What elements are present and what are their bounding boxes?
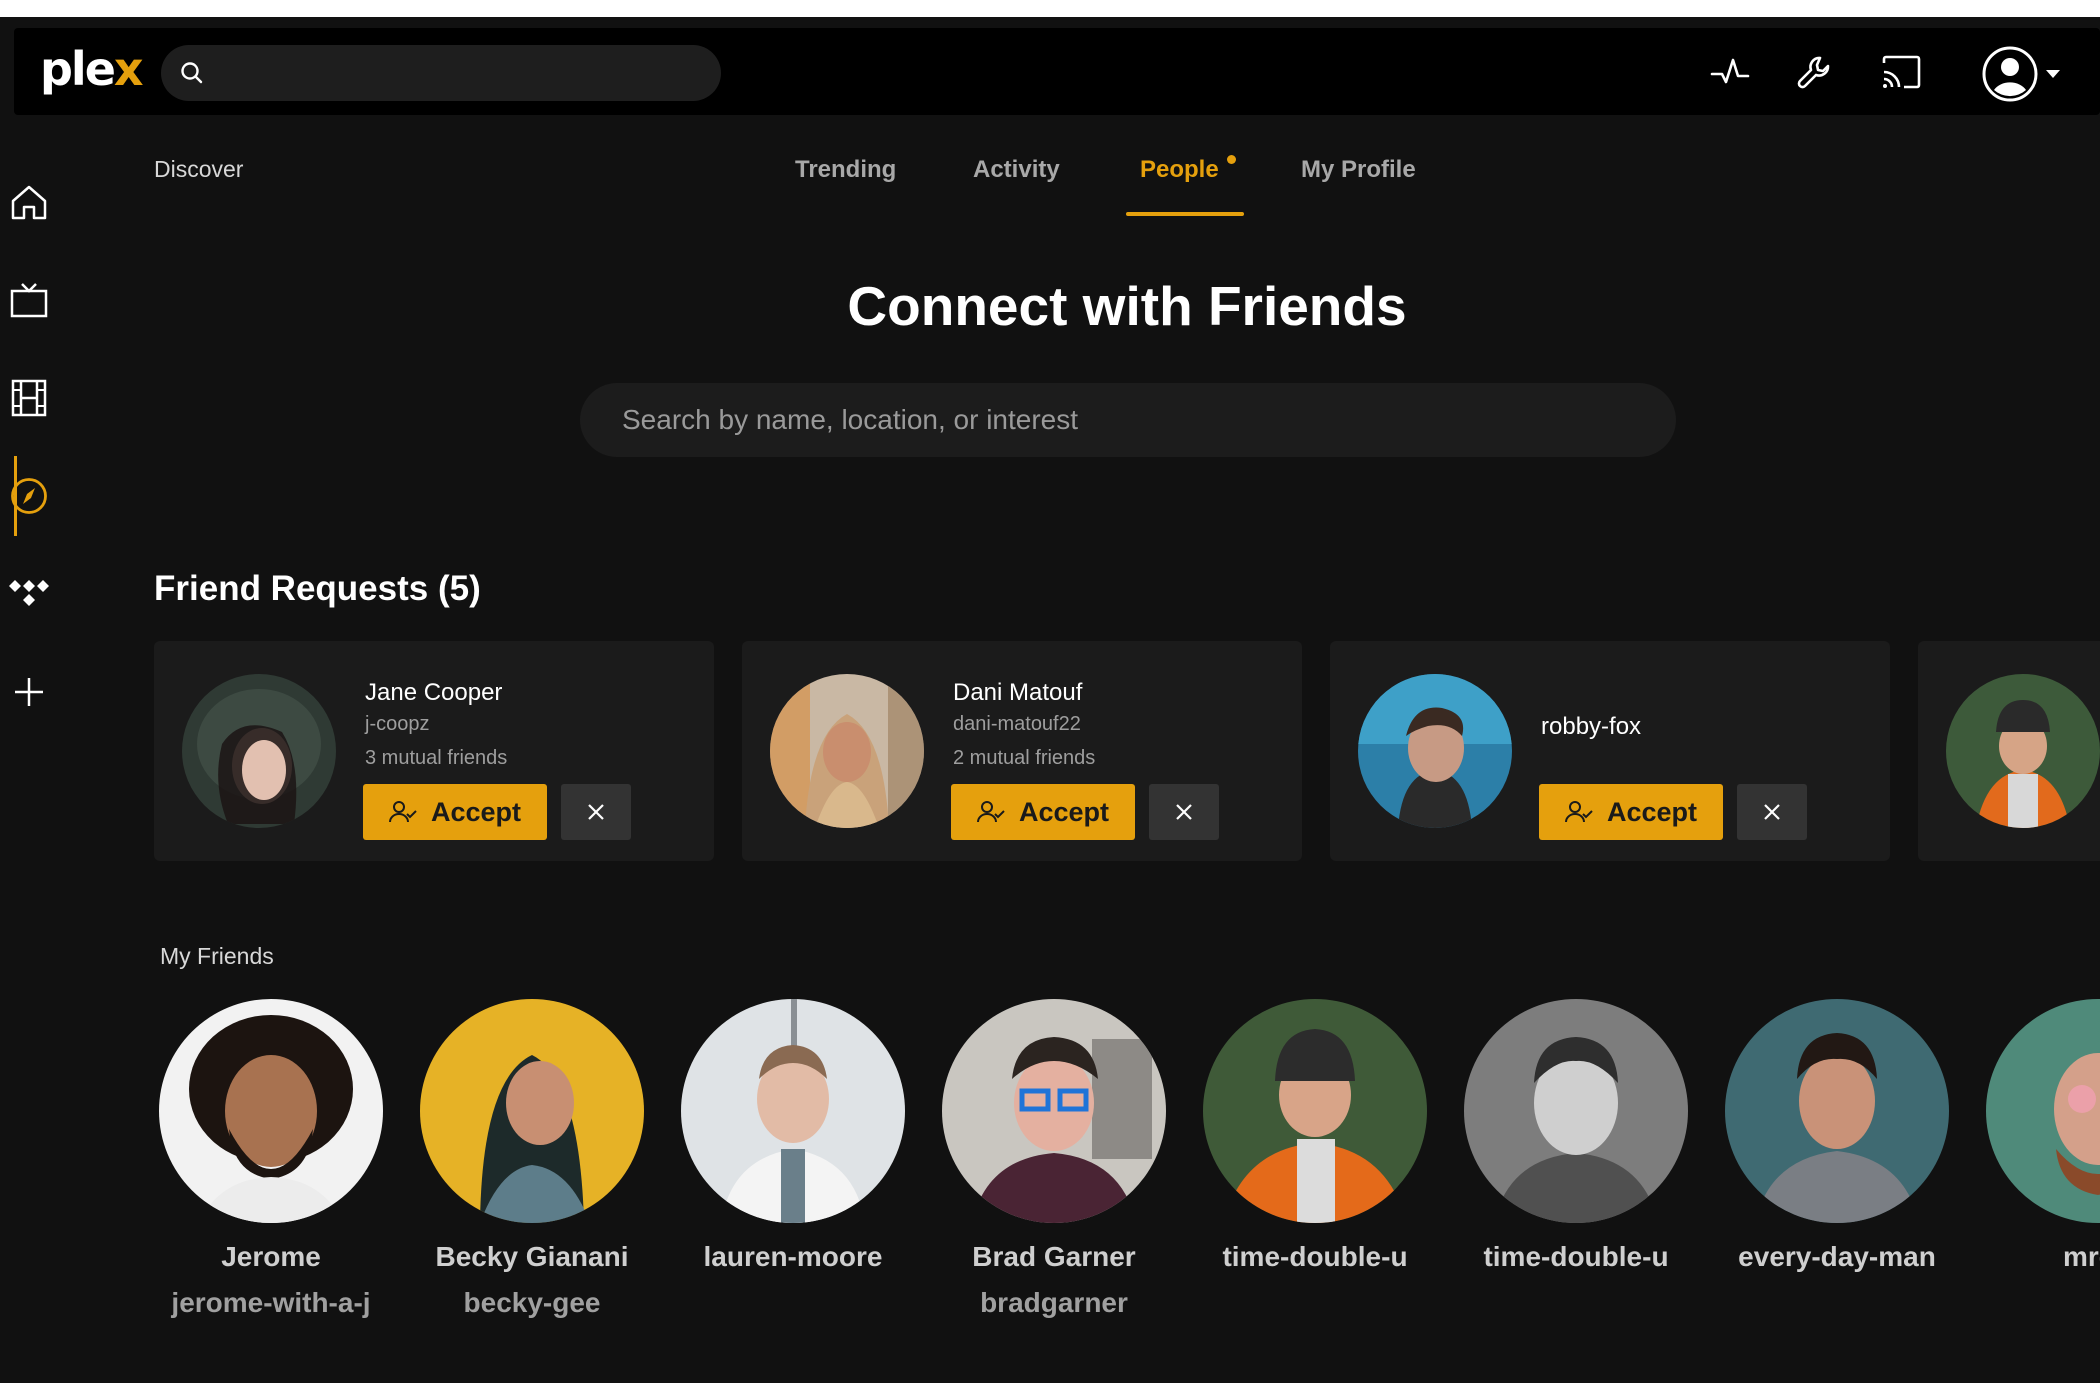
breadcrumb[interactable]: Discover — [154, 156, 243, 183]
avatar — [420, 999, 644, 1223]
plus-icon — [15, 678, 43, 706]
avatar — [1203, 999, 1427, 1223]
request-username: dani-matouf22 — [953, 713, 1081, 735]
accept-button[interactable]: Accept — [951, 784, 1135, 840]
user-check-icon — [1564, 801, 1593, 823]
nav-discover[interactable] — [0, 456, 110, 536]
tab-trending[interactable]: Trending — [795, 156, 896, 184]
avatar — [182, 674, 336, 828]
close-icon — [1764, 804, 1780, 820]
friend-request-card — [1918, 641, 2100, 861]
request-username[interactable]: robby-fox — [1541, 713, 1641, 741]
friend-request-card: Dani Matouf dani-matouf22 2 mutual frien… — [742, 641, 1302, 861]
film-icon — [11, 379, 47, 417]
friend-item[interactable]: every-day-man — [1707, 999, 1967, 1273]
mutual-friends-count: 2 mutual friends — [953, 747, 1096, 769]
avatar — [1725, 999, 1949, 1223]
nav-home[interactable] — [0, 162, 110, 242]
friend-item[interactable]: time-double-u — [1185, 999, 1445, 1273]
friend-item[interactable]: Brad Garner bradgarner — [924, 999, 1184, 1319]
friend-name: Brad Garner — [972, 1241, 1136, 1272]
friend-item[interactable]: lauren-moore — [663, 999, 923, 1273]
friend-username: becky-gee — [463, 1287, 601, 1318]
friend-requests-title: Friend Requests (5) — [154, 569, 481, 608]
friend-name: Becky Gianani — [435, 1241, 629, 1272]
app-window: plex Discover Trending Activity People M… — [0, 17, 2100, 1383]
page-title: Connect with Friends — [847, 275, 1407, 337]
avatar — [1358, 674, 1512, 828]
friend-name: Jerome — [221, 1241, 321, 1272]
tab-my-profile[interactable]: My Profile — [1301, 156, 1416, 184]
dismiss-button[interactable] — [1737, 784, 1807, 840]
user-account-icon — [1982, 46, 2060, 102]
plex-logo[interactable]: plex — [40, 42, 144, 96]
close-icon — [1176, 804, 1192, 820]
accept-label: Accept — [1606, 796, 1698, 827]
global-search-input[interactable] — [161, 45, 721, 101]
nav-movies[interactable] — [0, 358, 110, 438]
nav-add[interactable] — [0, 652, 110, 732]
top-bar: plex — [14, 28, 2100, 115]
people-search-bar[interactable] — [580, 383, 1676, 457]
cast-icon[interactable] — [1880, 54, 1922, 95]
avatar — [159, 999, 383, 1223]
avatar — [681, 999, 905, 1223]
close-icon — [588, 804, 604, 820]
home-icon — [11, 185, 47, 220]
avatar — [942, 999, 1166, 1223]
friend-request-card: Jane Cooper j-coopz 3 mutual friends Acc… — [154, 641, 714, 861]
chevron-down-icon — [2046, 70, 2060, 78]
wrench-icon[interactable] — [1796, 54, 1834, 97]
accept-label: Accept — [430, 796, 522, 827]
friend-item[interactable]: Becky Gianani becky-gee — [402, 999, 662, 1319]
dismiss-button[interactable] — [561, 784, 631, 840]
search-icon — [181, 62, 203, 84]
request-name[interactable]: Jane Cooper — [365, 679, 502, 707]
friend-item[interactable]: time-double-u — [1446, 999, 1706, 1273]
friend-name: time-double-u — [1222, 1241, 1408, 1272]
avatar — [1986, 999, 2100, 1223]
avatar — [1464, 999, 1688, 1223]
tab-activity[interactable]: Activity — [973, 156, 1060, 184]
friend-username: bradgarner — [980, 1287, 1128, 1318]
user-menu[interactable] — [1982, 46, 2068, 107]
tab-people[interactable]: People — [1140, 156, 1219, 184]
accept-button[interactable]: Accept — [1539, 784, 1723, 840]
friend-username: jerome-with-a-j — [171, 1287, 371, 1318]
accept-button[interactable]: Accept — [363, 784, 547, 840]
friend-item[interactable]: mr-pi — [1968, 999, 2100, 1273]
friend-name: every-day-man — [1738, 1241, 1936, 1272]
accept-label: Accept — [1018, 796, 1110, 827]
my-friends-title: My Friends — [160, 943, 274, 969]
friend-item[interactable]: Jerome jerome-with-a-j — [141, 999, 401, 1319]
compass-icon — [11, 478, 47, 514]
mutual-friends-count: 3 mutual friends — [365, 747, 508, 769]
friend-request-card: robby-fox Accept — [1330, 641, 1890, 861]
people-search-input[interactable] — [622, 383, 1622, 457]
friend-name: mr-pi — [2063, 1241, 2100, 1272]
friend-name: lauren-moore — [703, 1241, 883, 1272]
nav-music[interactable] — [0, 554, 110, 634]
request-name[interactable]: Dani Matouf — [953, 679, 1082, 707]
notification-dot — [1227, 155, 1236, 164]
avatar — [770, 674, 924, 828]
user-check-icon — [976, 801, 1005, 823]
user-check-icon — [388, 801, 417, 823]
avatar — [1946, 674, 2100, 828]
dismiss-button[interactable] — [1149, 784, 1219, 840]
friend-name: time-double-u — [1483, 1241, 1669, 1272]
request-username: j-coopz — [365, 713, 430, 735]
tidal-icon — [9, 580, 49, 606]
activity-icon[interactable] — [1710, 54, 1750, 95]
active-tab-indicator — [1126, 212, 1244, 216]
